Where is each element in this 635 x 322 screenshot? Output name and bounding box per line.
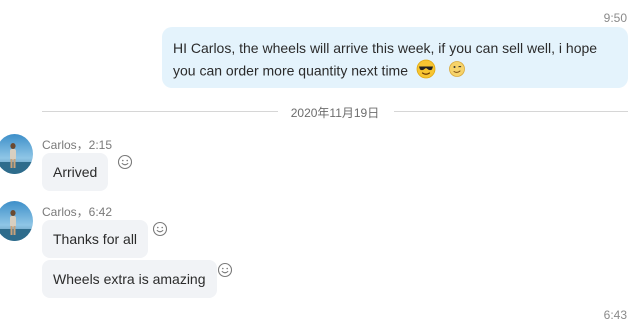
next-message-timestamp: 6:43 — [603, 308, 627, 322]
outgoing-message-text: HI Carlos, the wheels will arrive this w… — [173, 40, 598, 79]
avatar[interactable] — [0, 201, 33, 241]
sender-name-time: Carlos，2:15 — [42, 138, 113, 152]
sender-name-time: Carlos，6:42 — [42, 205, 113, 219]
add-reaction-smiley-icon[interactable] — [117, 154, 133, 170]
add-reaction-smiley-icon[interactable] — [217, 262, 233, 278]
incoming-message-text: Wheels extra is amazing — [53, 271, 206, 287]
sunglasses-emoji-icon — [416, 59, 436, 85]
incoming-message-text: Thanks for all — [53, 231, 138, 247]
outgoing-timestamp: 9:50 — [603, 11, 627, 25]
avatar[interactable] — [0, 134, 33, 174]
incoming-message-text: Arrived — [53, 164, 98, 180]
date-divider-line-right — [394, 111, 628, 112]
winking-face-emoji-icon — [448, 60, 466, 84]
incoming-message-bubble[interactable]: Thanks for all — [42, 220, 149, 258]
incoming-message-bubble[interactable]: Arrived — [42, 153, 109, 191]
add-reaction-smiley-icon[interactable] — [152, 221, 168, 237]
date-divider-label: 2020年11月19日 — [290, 106, 380, 120]
outgoing-message-bubble[interactable]: HI Carlos, the wheels will arrive this w… — [162, 27, 628, 88]
date-divider-line-left — [42, 111, 278, 112]
incoming-message-bubble[interactable]: Wheels extra is amazing — [42, 260, 217, 298]
